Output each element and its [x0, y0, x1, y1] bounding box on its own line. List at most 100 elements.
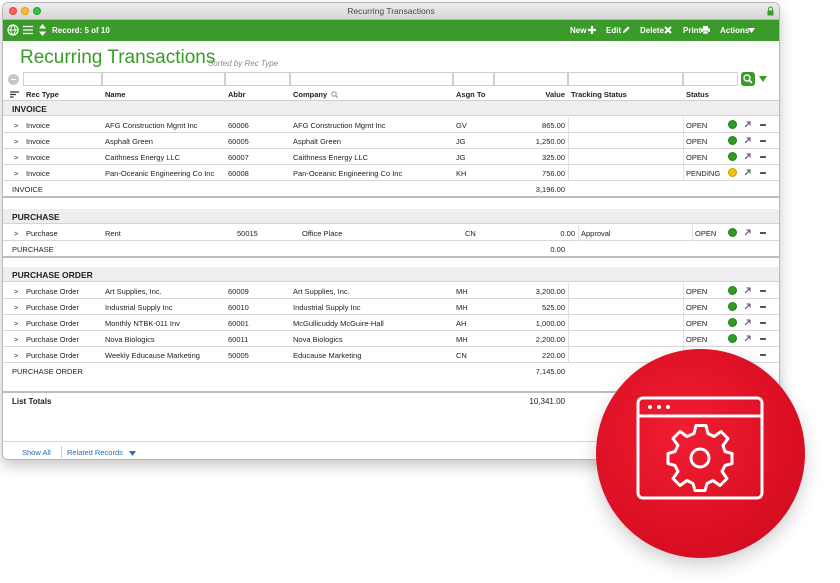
column-divider [568, 133, 569, 149]
table-row[interactable]: > Purchase Order Art Supplies, Inc. 6000… [3, 283, 779, 299]
filter-value[interactable] [494, 72, 568, 86]
rec-type-cell: Purchase Order [26, 303, 79, 312]
value-cell: 325.00 [542, 153, 565, 162]
col-rec-type[interactable]: Rec Type [26, 90, 59, 99]
value-cell: 1,000.00 [535, 319, 565, 328]
remove-row-icon[interactable] [760, 338, 766, 340]
col-status[interactable]: Status [686, 90, 709, 99]
open-record-arrow-icon[interactable] [743, 152, 752, 161]
row-expand-chevron-icon[interactable]: > [14, 121, 18, 130]
column-divider [692, 225, 693, 241]
remove-row-icon[interactable] [760, 156, 766, 158]
remove-row-icon[interactable] [760, 172, 766, 174]
remove-row-icon[interactable] [760, 322, 766, 324]
new-button[interactable]: New [570, 26, 586, 35]
x-icon [664, 26, 672, 34]
row-expand-chevron-icon[interactable]: > [14, 335, 18, 344]
asgn-to-cell: CN [465, 229, 476, 238]
status-cell: OPEN [686, 121, 708, 130]
open-record-arrow-icon[interactable] [743, 120, 752, 129]
rec-type-cell: Invoice [26, 121, 50, 130]
column-divider [683, 117, 684, 133]
table-row[interactable]: > Purchase Order Industrial Supply Inc 6… [3, 299, 779, 315]
remove-row-icon[interactable] [760, 354, 766, 356]
filter-name[interactable] [102, 72, 225, 86]
table-row[interactable]: > Purchase Order Nova Biologics 60011 No… [3, 331, 779, 347]
table-row[interactable]: > Invoice Caithness Energy LLC 60007 Cai… [3, 149, 779, 165]
open-record-arrow-icon[interactable] [743, 136, 752, 145]
search-button[interactable] [741, 72, 755, 86]
sort-icon[interactable] [10, 91, 19, 98]
globe-icon[interactable] [7, 24, 19, 36]
column-divider [683, 331, 684, 347]
column-divider [683, 315, 684, 331]
filter-status[interactable] [683, 72, 738, 86]
column-divider [578, 225, 579, 241]
remove-row-icon[interactable] [760, 140, 766, 142]
table-row[interactable]: > Invoice Asphalt Green 60005 Asphalt Gr… [3, 133, 779, 149]
filter-asgn-to[interactable] [453, 72, 494, 86]
col-asgn-to[interactable]: Asgn To [456, 90, 485, 99]
settings-badge [596, 349, 805, 558]
related-records-menu[interactable]: Related Records [67, 448, 123, 457]
remove-row-icon[interactable] [760, 124, 766, 126]
clear-filter-button[interactable] [8, 74, 19, 85]
record-navigator-icon[interactable] [38, 23, 47, 37]
remove-row-icon[interactable] [760, 232, 766, 234]
row-expand-chevron-icon[interactable]: > [14, 287, 18, 296]
row-expand-chevron-icon[interactable]: > [14, 137, 18, 146]
col-abbr[interactable]: Abbr [228, 90, 246, 99]
col-name[interactable]: Name [105, 90, 125, 99]
list-view-icon[interactable] [23, 25, 33, 35]
row-expand-chevron-icon[interactable]: > [14, 303, 18, 312]
asgn-to-cell: MH [456, 287, 468, 296]
print-button[interactable]: Print [683, 26, 701, 35]
edit-button[interactable]: Edit [606, 26, 621, 35]
column-divider [683, 283, 684, 299]
open-record-arrow-icon[interactable] [743, 334, 752, 343]
column-divider [568, 283, 569, 299]
open-record-arrow-icon[interactable] [743, 228, 752, 237]
remove-row-icon[interactable] [760, 306, 766, 308]
table-row[interactable]: > Invoice Pan-Oceanic Engineering Co Inc… [3, 165, 779, 181]
asgn-to-cell: MH [456, 335, 468, 344]
filter-tracking-status[interactable] [568, 72, 683, 86]
asgn-to-cell: MH [456, 303, 468, 312]
row-expand-chevron-icon[interactable]: > [14, 229, 18, 238]
open-record-arrow-icon[interactable] [743, 168, 752, 177]
open-record-arrow-icon[interactable] [743, 286, 752, 295]
actions-menu-button[interactable]: Actions [720, 26, 749, 35]
delete-button[interactable]: Delete [640, 26, 664, 35]
row-expand-chevron-icon[interactable]: > [14, 319, 18, 328]
search-icon[interactable] [331, 91, 338, 98]
row-expand-chevron-icon[interactable]: > [14, 153, 18, 162]
col-value[interactable]: Value [503, 90, 565, 99]
group-label: INVOICE [12, 104, 47, 114]
group-header-purchase-order: PURCHASE ORDER [3, 267, 779, 282]
open-record-arrow-icon[interactable] [743, 302, 752, 311]
subtotal-value: 7,145.00 [535, 367, 565, 376]
col-tracking-status[interactable]: Tracking Status [571, 90, 627, 99]
group-header-purchase: PURCHASE [3, 209, 779, 224]
row-expand-chevron-icon[interactable]: > [14, 169, 18, 178]
search-icon [743, 74, 753, 84]
show-all-link[interactable]: Show All [22, 448, 51, 457]
filter-company[interactable] [290, 72, 453, 86]
col-company[interactable]: Company [293, 90, 327, 99]
subtotal-label: INVOICE [12, 185, 43, 194]
row-expand-chevron-icon[interactable]: > [14, 351, 18, 360]
group-subtotal-purchase: PURCHASE 0.00 [3, 241, 779, 258]
pencil-icon [623, 26, 630, 33]
filter-abbr[interactable] [225, 72, 290, 86]
table-row[interactable]: > Invoice AFG Construction Mgmt Inc 6000… [3, 117, 779, 133]
remove-row-icon[interactable] [760, 290, 766, 292]
filter-options-chevron-icon[interactable] [759, 76, 767, 82]
filter-rec-type[interactable] [23, 72, 102, 86]
printer-icon [701, 26, 710, 34]
table-row[interactable]: > Purchase Rent 50015 Office Place CN 0.… [3, 225, 779, 241]
open-record-arrow-icon[interactable] [743, 318, 752, 327]
company-cell: McGullicuddy McGuire-Hall [293, 319, 384, 328]
table-row[interactable]: > Purchase Order Monthly NTBK-011 Inv 60… [3, 315, 779, 331]
value-cell: 0.00 [560, 229, 575, 238]
status-indicator-icon [728, 168, 737, 177]
